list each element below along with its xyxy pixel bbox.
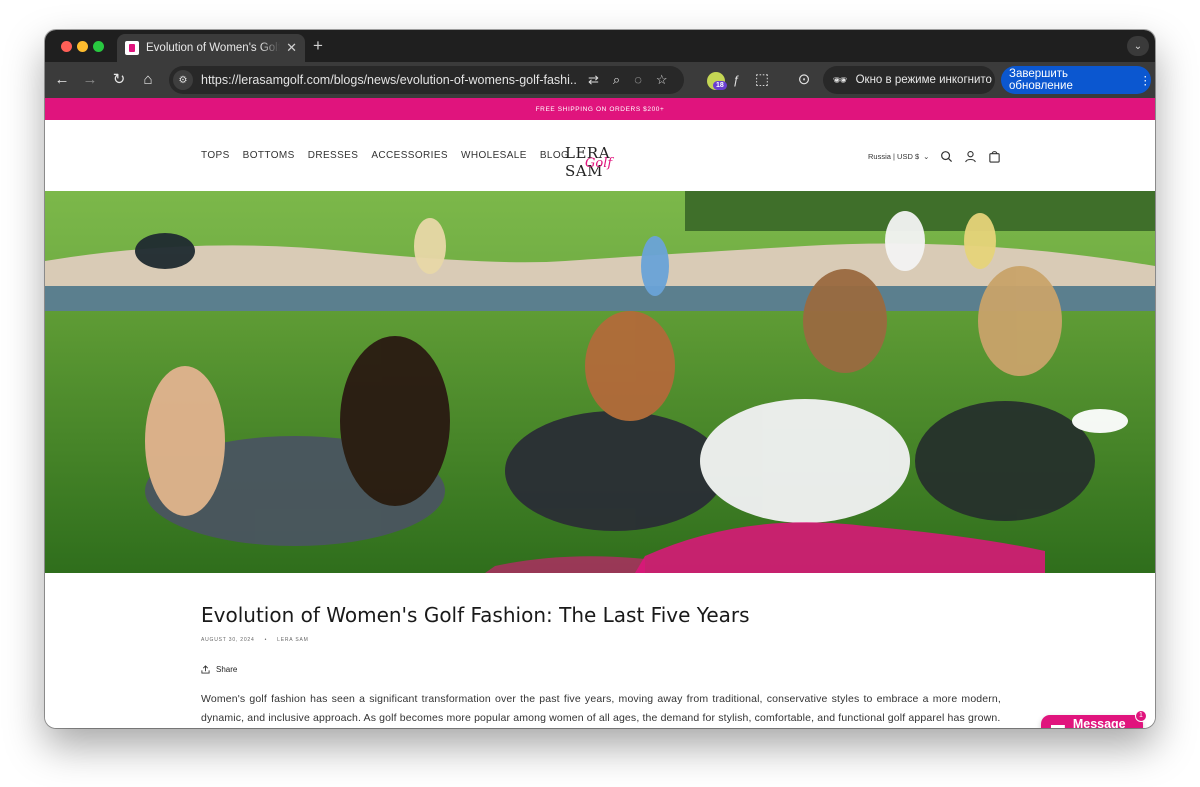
- reload-icon[interactable]: ↻: [110, 71, 128, 89]
- zoom-icon[interactable]: ⌕: [613, 72, 620, 88]
- nav-dresses[interactable]: DRESSES: [308, 150, 359, 161]
- article-title: Evolution of Women's Golf Fashion: The L…: [201, 603, 750, 627]
- tab-title: Evolution of Women's Golf Fashion: The L…: [146, 42, 281, 54]
- kebab-menu-icon[interactable]: ⋮: [1140, 73, 1152, 87]
- article-meta: AUGUST 30, 2024 • LERA SAM: [201, 637, 1001, 643]
- home-icon[interactable]: ⌂: [139, 71, 157, 89]
- header-actions: Russia | USD $ ⌄: [868, 150, 1001, 163]
- share-icon: [201, 665, 210, 674]
- share-button[interactable]: Share: [201, 665, 1001, 674]
- eye-off-icon[interactable]: ◌: [634, 72, 642, 88]
- golf-photo: [45, 191, 1155, 573]
- incognito-label: Окно в режиме инкогнито: [855, 74, 992, 86]
- message-us-label: Message us: [1072, 717, 1126, 728]
- site-favicon-icon: [125, 41, 139, 55]
- meta-separator: •: [264, 637, 268, 643]
- site-header: TOPS BOTTOMS DRESSES ACCESSORIES WHOLESA…: [45, 120, 1155, 191]
- hero-image: [45, 191, 1155, 573]
- search-icon[interactable]: [940, 150, 953, 163]
- incognito-indicator[interactable]: 🕶 Окно в режиме инкогнито: [823, 66, 995, 94]
- tab-strip: Evolution of Women's Golf Fashion: The L…: [45, 30, 1155, 62]
- browser-tab[interactable]: Evolution of Women's Golf Fashion: The L…: [117, 34, 305, 62]
- tab-search-button[interactable]: ⌄: [1127, 36, 1149, 56]
- window-maximize-button[interactable]: [93, 41, 104, 52]
- nav-wholesale[interactable]: WHOLESALE: [461, 150, 527, 161]
- address-bar[interactable]: ⚙ https://lerasamgolf.com/blogs/news/evo…: [169, 66, 684, 94]
- formula-extension-icon[interactable]: ƒ: [727, 71, 745, 89]
- site-info-icon[interactable]: ⚙: [173, 70, 193, 90]
- locale-label: Russia | USD $: [868, 152, 920, 161]
- article: Evolution of Women's Golf Fashion: The L…: [201, 573, 1001, 728]
- translate-icon[interactable]: ⇄: [588, 72, 599, 88]
- tab-sync-icon[interactable]: ⊙: [795, 71, 813, 89]
- url-text[interactable]: https://lerasamgolf.com/blogs/news/evolu…: [201, 73, 576, 87]
- locale-selector[interactable]: Russia | USD $ ⌄: [868, 152, 929, 161]
- cart-icon[interactable]: [988, 150, 1001, 163]
- site-logo[interactable]: LERA SAM Golf: [565, 140, 641, 180]
- browser-toolbar: ← → ↻ ⌂ ⚙ https://lerasamgolf.com/blogs/…: [45, 62, 1155, 98]
- incognito-icon: 🕶: [833, 75, 848, 87]
- logo-script: Golf: [585, 156, 613, 171]
- nav-accessories[interactable]: ACCESSORIES: [371, 150, 448, 161]
- web-page: FREE SHIPPING ON ORDERS $200+ TOPS BOTTO…: [45, 98, 1155, 728]
- update-label: Завершить обновление: [1009, 68, 1073, 92]
- puzzle-extensions-icon[interactable]: ⬚: [753, 71, 771, 89]
- account-icon[interactable]: [964, 150, 977, 163]
- extension-icon[interactable]: 18: [707, 72, 727, 90]
- article-body: Women's golf fashion has seen a signific…: [201, 693, 1001, 724]
- nav-tops[interactable]: TOPS: [201, 150, 230, 161]
- message-us-button[interactable]: Message us: [1041, 715, 1143, 728]
- window-close-button[interactable]: [61, 41, 72, 52]
- chevron-down-icon: ⌄: [923, 152, 930, 161]
- back-arrow-icon[interactable]: ←: [53, 71, 71, 89]
- chat-bubble-icon: [1050, 725, 1065, 728]
- finish-update-button[interactable]: Завершить обновление ⋮: [1001, 66, 1151, 94]
- extension-badge: 18: [713, 81, 727, 90]
- share-label: Share: [216, 665, 238, 674]
- bookmark-star-icon[interactable]: ☆: [656, 72, 668, 88]
- forward-arrow-icon[interactable]: →: [81, 71, 99, 89]
- browser-window: Evolution of Women's Golf Fashion: The L…: [45, 30, 1155, 728]
- main-nav: TOPS BOTTOMS DRESSES ACCESSORIES WHOLESA…: [201, 150, 569, 161]
- nav-bottoms[interactable]: BOTTOMS: [243, 150, 295, 161]
- tab-close-icon[interactable]: ✕: [286, 40, 297, 56]
- chat-unread-badge: 1: [1135, 710, 1147, 722]
- announcement-bar: FREE SHIPPING ON ORDERS $200+: [45, 98, 1155, 120]
- article-author: LERA SAM: [277, 637, 309, 643]
- article-date: AUGUST 30, 2024: [201, 637, 255, 643]
- window-minimize-button[interactable]: [77, 41, 88, 52]
- new-tab-button[interactable]: +: [313, 36, 323, 56]
